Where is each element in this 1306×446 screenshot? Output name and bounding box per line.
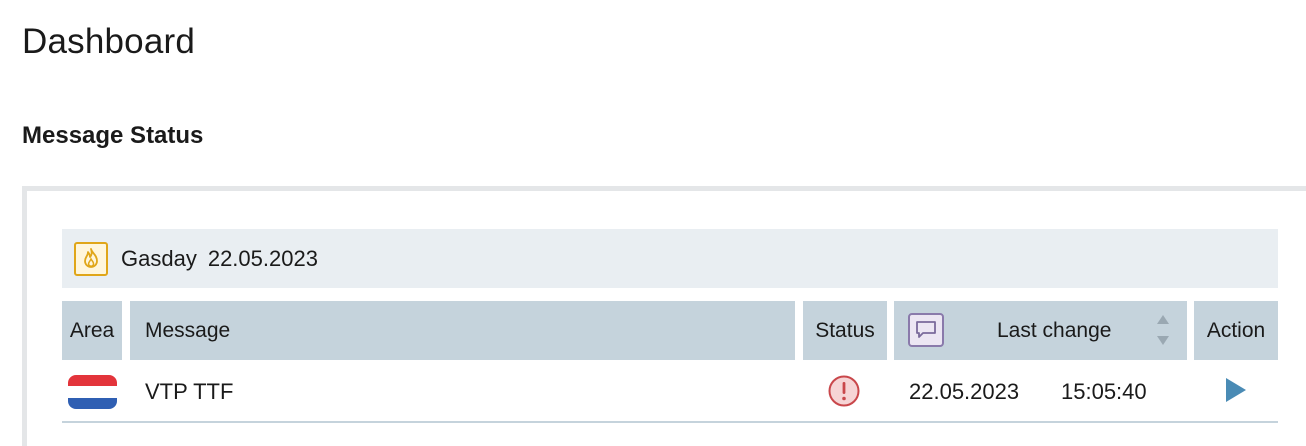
gasday-label: Gasday — [121, 245, 197, 271]
table-row[interactable]: VTP TTF 22.05.2023 15:05:40 — [62, 360, 1278, 423]
netherlands-flag-icon — [68, 375, 117, 409]
gasday-bar: Gasday 22.05.2023 — [62, 229, 1278, 288]
comment-icon[interactable] — [908, 313, 944, 347]
column-header-last-change[interactable]: Last change — [894, 301, 1187, 360]
play-icon[interactable] — [1224, 376, 1248, 404]
error-status-icon — [828, 375, 860, 407]
sort-icon[interactable] — [1156, 311, 1170, 349]
column-header-area: Area — [62, 301, 122, 360]
row-message: VTP TTF — [145, 379, 234, 404]
flame-icon — [74, 241, 108, 276]
row-date: 22.05.2023 — [909, 379, 1020, 404]
gasday-date: 22.05.2023 — [207, 245, 318, 271]
column-header-status: Status — [803, 301, 887, 360]
column-header-action: Action — [1194, 301, 1278, 360]
page-title: Dashboard — [22, 22, 196, 61]
column-header-message: Message — [130, 301, 795, 360]
last-change-label: Last change — [997, 319, 1112, 342]
row-time: 15:05:40 — [1061, 379, 1147, 404]
section-title: Message Status — [22, 122, 204, 149]
